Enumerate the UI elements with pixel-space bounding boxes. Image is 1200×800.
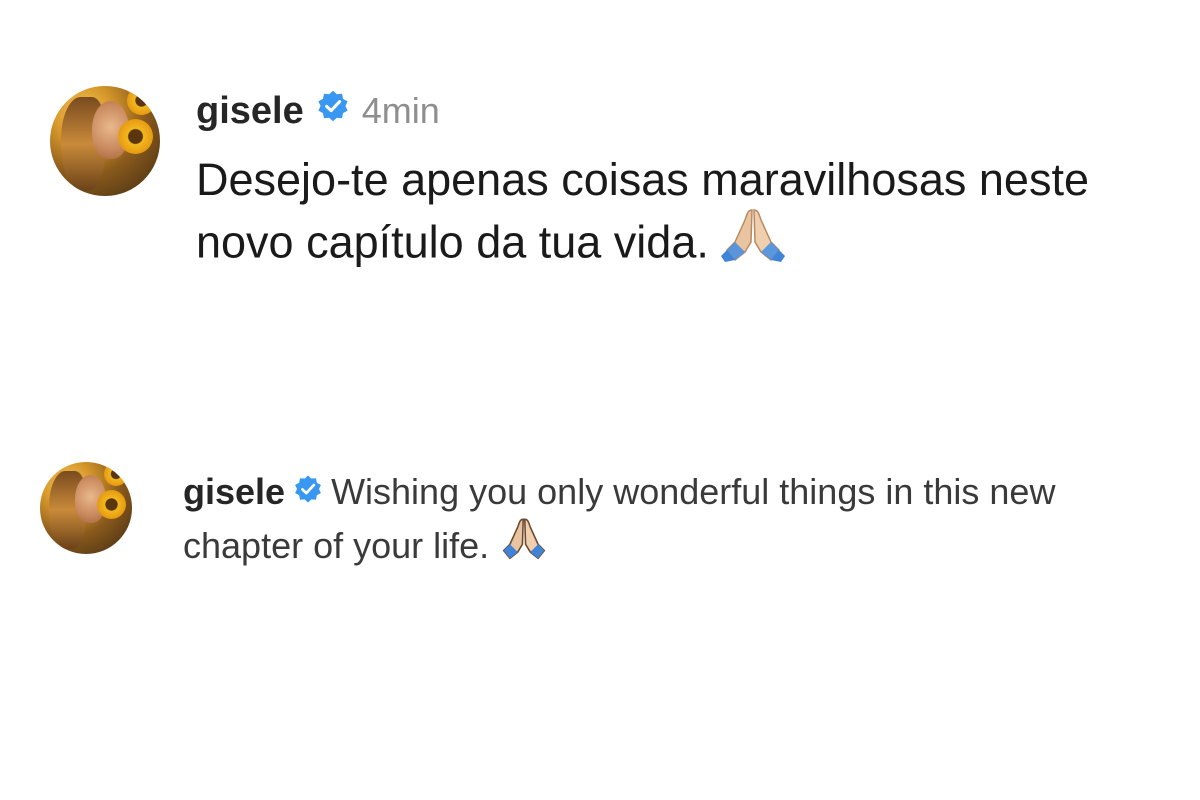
comment-body: gisele Wishing you only wonderful things… [183,466,1183,577]
username[interactable]: gisele [183,471,285,512]
verified-badge-icon [293,466,323,517]
comment-timestamp: 4min [361,90,440,131]
comment-text: Desejo-te apenas coisas maravilhosas nes… [196,154,1089,268]
folded-hands-icon [721,206,786,277]
comment-meta-row-cropped [183,588,963,610]
folded-hands-icon [499,516,549,573]
verified-badge-icon [316,86,350,136]
sunflower-icon [118,119,154,155]
comment-body: Desejo-te apenas coisas maravilhosas nes… [196,150,1136,281]
comment-header: gisele 4min [196,86,440,136]
avatar[interactable] [40,462,132,554]
sunflower-icon [127,86,156,115]
sunflower-icon [97,489,127,520]
avatar[interactable] [50,86,160,196]
sunflower-icon [104,462,129,486]
username[interactable]: gisele [196,86,304,136]
